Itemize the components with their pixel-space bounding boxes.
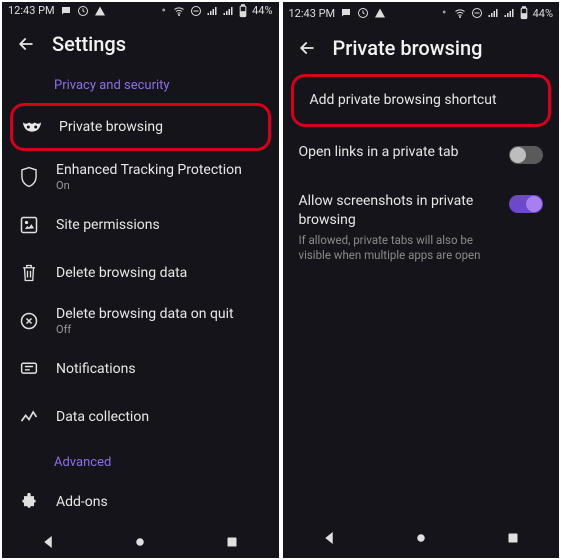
dnd-icon: [190, 5, 202, 17]
section-privacy: Privacy and security: [2, 64, 279, 101]
row-screenshots[interactable]: Allow screenshots in private browsing If…: [283, 178, 560, 278]
nav-bar: [283, 518, 560, 558]
signal2-icon: [503, 7, 515, 19]
row-label: Delete browsing data on quit: [56, 306, 263, 322]
app-bar: Settings: [2, 20, 279, 64]
row-data-collection[interactable]: Data collection: [2, 393, 279, 441]
status-battery: 44%: [533, 7, 553, 20]
back-icon[interactable]: [16, 34, 36, 54]
section-advanced: Advanced: [2, 441, 279, 478]
row-sub: Off: [56, 323, 263, 336]
toggle-open-private[interactable]: [509, 146, 543, 164]
signal2-icon: [222, 5, 234, 17]
row-label: Site permissions: [56, 217, 263, 233]
battery-icon: [519, 6, 529, 20]
battery-icon: [238, 4, 248, 18]
message-icon: [340, 7, 352, 19]
signal-icon: [206, 5, 218, 17]
chart-icon: [18, 409, 40, 425]
shield-icon: [18, 166, 40, 188]
row-label: Enhanced Tracking Protection: [56, 162, 263, 178]
row-delete-on-quit[interactable]: Delete browsing data on quit Off: [2, 297, 279, 345]
private-browsing-screen: 12:43 PM • 44% Private browsing Add priv…: [283, 2, 560, 558]
clock-icon: [77, 5, 89, 17]
row-open-private[interactable]: Open links in a private tab: [283, 129, 560, 178]
row-label: Delete browsing data: [56, 265, 263, 281]
row-label: Data collection: [56, 409, 263, 425]
page-title: Settings: [52, 32, 126, 56]
close-circle-icon: [18, 311, 40, 331]
row-label: Add private browsing shortcut: [310, 91, 533, 110]
app-bar: Private browsing: [283, 24, 560, 68]
nav-bar: [2, 526, 279, 558]
row-sub: On: [56, 179, 263, 192]
permissions-icon: [18, 215, 40, 235]
status-battery: 44%: [252, 4, 272, 17]
status-time: 12:43 PM: [289, 7, 336, 20]
row-private-browsing[interactable]: Private browsing: [10, 103, 271, 151]
status-bar: 12:43 PM • 44%: [2, 2, 279, 20]
status-time: 12:43 PM: [8, 4, 55, 17]
warning-icon: [94, 5, 106, 17]
nav-home-icon[interactable]: [412, 529, 430, 547]
clock-icon: [357, 7, 369, 19]
more-notifications-icon: •: [161, 3, 168, 19]
row-addons[interactable]: Add-ons: [2, 478, 279, 526]
row-label: Notifications: [56, 361, 263, 377]
wifi-icon: [453, 7, 467, 19]
row-site-permissions[interactable]: Site permissions: [2, 201, 279, 249]
nav-back-icon[interactable]: [39, 533, 57, 551]
row-etp[interactable]: Enhanced Tracking Protection On: [2, 153, 279, 201]
row-sub: If allowed, private tabs will also be vi…: [299, 233, 498, 264]
nav-recent-icon[interactable]: [223, 533, 241, 551]
status-bar: 12:43 PM • 44%: [283, 2, 560, 24]
row-label: Add-ons: [56, 494, 263, 510]
message-icon: [60, 5, 72, 17]
puzzle-icon: [18, 492, 40, 512]
mask-icon: [21, 120, 43, 134]
more-notifications-icon: •: [442, 5, 449, 21]
wifi-icon: [172, 5, 186, 17]
nav-back-icon[interactable]: [320, 529, 338, 547]
row-label: Open links in a private tab: [299, 143, 498, 162]
nav-home-icon[interactable]: [131, 533, 149, 551]
notification-icon: [18, 360, 40, 378]
page-title: Private browsing: [333, 36, 483, 60]
row-notifications[interactable]: Notifications: [2, 345, 279, 393]
row-add-shortcut[interactable]: Add private browsing shortcut: [291, 74, 552, 127]
settings-screen: 12:43 PM • 44% Settings Privacy and secu…: [2, 2, 279, 558]
nav-recent-icon[interactable]: [504, 529, 522, 547]
warning-icon: [374, 7, 386, 19]
row-label: Allow screenshots in private browsing: [299, 192, 498, 230]
row-delete-data[interactable]: Delete browsing data: [2, 249, 279, 297]
signal-icon: [487, 7, 499, 19]
toggle-screenshots[interactable]: [509, 195, 543, 213]
dnd-icon: [471, 7, 483, 19]
back-icon[interactable]: [297, 38, 317, 58]
trash-icon: [18, 263, 40, 283]
row-label: Private browsing: [59, 119, 260, 135]
